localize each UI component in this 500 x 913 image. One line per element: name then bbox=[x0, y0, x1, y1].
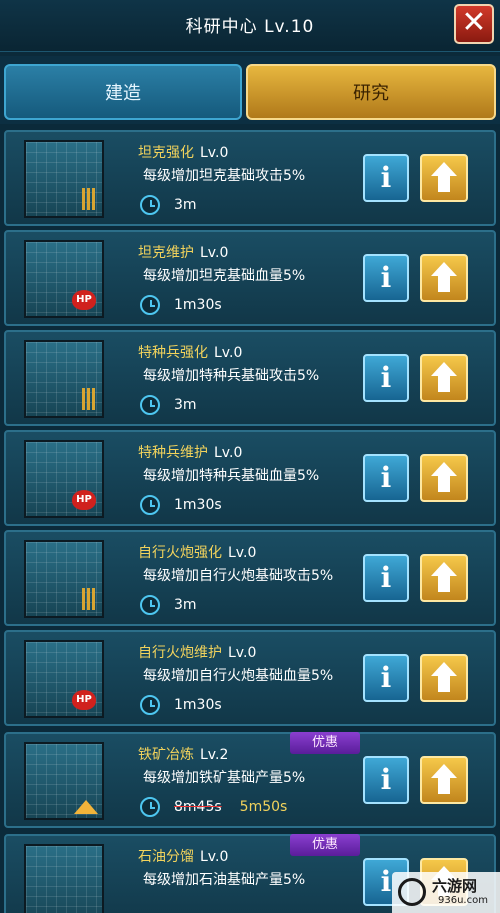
info-button[interactable]: i bbox=[363, 756, 409, 804]
item-description: 每级增加特种兵基础攻击5% bbox=[143, 368, 320, 384]
research-item: 自行火炮强化 Lv.0 每级增加自行火炮基础攻击5% 3m i bbox=[4, 530, 496, 626]
item-name: 自行火炮维护 Lv.0 bbox=[138, 645, 257, 661]
item-timer: 3m bbox=[140, 394, 197, 416]
upgrade-button[interactable] bbox=[420, 654, 468, 702]
research-list[interactable]: 坦克强化 Lv.0 每级增加坦克基础攻击5% 3m i HP 坦克维护 Lv.0 每… bbox=[0, 126, 500, 913]
upgrade-button[interactable] bbox=[420, 554, 468, 602]
info-button[interactable]: i bbox=[363, 354, 409, 402]
item-description: 每级增加特种兵基础血量5% bbox=[143, 468, 320, 484]
soldier-icon bbox=[24, 340, 104, 418]
item-description: 每级增加自行火炮基础血量5% bbox=[143, 668, 334, 684]
item-description: 每级增加石油基础产量5% bbox=[143, 872, 306, 888]
arrow-up-icon bbox=[431, 662, 457, 676]
item-timer: 3m bbox=[140, 594, 197, 616]
info-button[interactable]: i bbox=[363, 254, 409, 302]
oil-barrel-icon bbox=[24, 844, 104, 913]
upgrade-button[interactable] bbox=[420, 254, 468, 302]
item-timer: 1m30s bbox=[140, 494, 222, 516]
item-time: 3m bbox=[174, 397, 197, 413]
clock-icon bbox=[140, 595, 160, 615]
item-name: 坦克维护 Lv.0 bbox=[138, 245, 229, 261]
ammo-icon bbox=[82, 388, 96, 410]
item-time: 1m30s bbox=[174, 297, 222, 313]
item-timer: 8m45s 5m50s bbox=[140, 796, 287, 818]
tank-icon bbox=[24, 140, 104, 218]
item-description: 每级增加坦克基础血量5% bbox=[143, 268, 306, 284]
soldier-icon: HP bbox=[24, 440, 104, 518]
ammo-icon bbox=[82, 188, 96, 210]
upgrade-button[interactable] bbox=[420, 454, 468, 502]
item-name: 石油分馏 Lv.0 bbox=[138, 849, 229, 865]
clock-icon bbox=[140, 195, 160, 215]
arrow-up-icon bbox=[431, 262, 457, 276]
research-item: HP 特种兵维护 Lv.0 每级增加特种兵基础血量5% 1m30s i bbox=[4, 430, 496, 526]
upgrade-button[interactable] bbox=[420, 354, 468, 402]
arrow-up-icon bbox=[431, 162, 457, 176]
upgrade-button[interactable] bbox=[420, 154, 468, 202]
tank-icon: HP bbox=[24, 240, 104, 318]
info-button[interactable]: i bbox=[363, 154, 409, 202]
info-button[interactable]: i bbox=[363, 554, 409, 602]
artillery-icon: HP bbox=[24, 640, 104, 718]
site-logo-icon bbox=[398, 878, 426, 906]
watermark-name: 六游网 bbox=[432, 877, 478, 895]
item-name: 自行火炮强化 Lv.0 bbox=[138, 545, 257, 561]
ammo-icon bbox=[82, 588, 96, 610]
tab-build[interactable]: 建造 bbox=[4, 64, 242, 120]
item-name: 特种兵强化 Lv.0 bbox=[138, 345, 243, 361]
iron-ore-icon bbox=[24, 742, 104, 820]
item-description: 每级增加坦克基础攻击5% bbox=[143, 168, 306, 184]
research-item: HP 坦克维护 Lv.0 每级增加坦克基础血量5% 1m30s i bbox=[4, 230, 496, 326]
upgrade-button[interactable] bbox=[420, 756, 468, 804]
hp-badge: HP bbox=[72, 690, 96, 710]
artillery-icon bbox=[24, 540, 104, 618]
header-bar: 科研中心 Lv.10 ✕ bbox=[0, 0, 500, 52]
upgrade-badge-icon bbox=[74, 800, 98, 814]
clock-icon bbox=[140, 495, 160, 515]
clock-icon bbox=[140, 395, 160, 415]
site-watermark: 六游网 936u.com bbox=[392, 872, 500, 913]
tab-research[interactable]: 研究 bbox=[246, 64, 496, 120]
tab-bar: 建造 研究 bbox=[0, 56, 500, 124]
item-time-original: 8m45s bbox=[174, 799, 222, 815]
info-button[interactable]: i bbox=[363, 654, 409, 702]
item-description: 每级增加自行火炮基础攻击5% bbox=[143, 568, 334, 584]
research-item: HP 自行火炮维护 Lv.0 每级增加自行火炮基础血量5% 1m30s i bbox=[4, 630, 496, 726]
info-button[interactable]: i bbox=[363, 454, 409, 502]
item-timer: 1m30s bbox=[140, 694, 222, 716]
research-item: 特种兵强化 Lv.0 每级增加特种兵基础攻击5% 3m i bbox=[4, 330, 496, 426]
clock-icon bbox=[140, 295, 160, 315]
item-time: 1m30s bbox=[174, 497, 222, 513]
item-name: 铁矿冶炼 Lv.2 bbox=[138, 747, 229, 763]
item-name: 特种兵维护 Lv.0 bbox=[138, 445, 243, 461]
page-title: 科研中心 Lv.10 bbox=[185, 17, 315, 37]
clock-icon bbox=[140, 797, 160, 817]
item-name: 坦克强化 Lv.0 bbox=[138, 145, 229, 161]
research-item: 坦克强化 Lv.0 每级增加坦克基础攻击5% 3m i bbox=[4, 130, 496, 226]
item-time: 1m30s bbox=[174, 697, 222, 713]
item-timer: 1m30s bbox=[140, 294, 222, 316]
discount-badge: 优惠 bbox=[290, 732, 360, 754]
arrow-up-icon bbox=[431, 462, 457, 476]
item-time: 3m bbox=[174, 197, 197, 213]
discount-badge: 优惠 bbox=[290, 834, 360, 856]
arrow-up-icon bbox=[431, 562, 457, 576]
watermark-url: 936u.com bbox=[438, 895, 488, 906]
arrow-up-icon bbox=[431, 362, 457, 376]
item-time: 3m bbox=[174, 597, 197, 613]
item-description: 每级增加铁矿基础产量5% bbox=[143, 770, 306, 786]
hp-badge: HP bbox=[72, 490, 96, 510]
arrow-up-icon bbox=[431, 764, 457, 778]
item-time-discounted: 5m50s bbox=[239, 799, 288, 815]
research-item: 铁矿冶炼 Lv.2 优惠 每级增加铁矿基础产量5% 8m45s 5m50s i bbox=[4, 732, 496, 828]
item-timer: 3m bbox=[140, 194, 197, 216]
hp-badge: HP bbox=[72, 290, 96, 310]
close-button[interactable]: ✕ bbox=[454, 4, 494, 44]
clock-icon bbox=[140, 695, 160, 715]
